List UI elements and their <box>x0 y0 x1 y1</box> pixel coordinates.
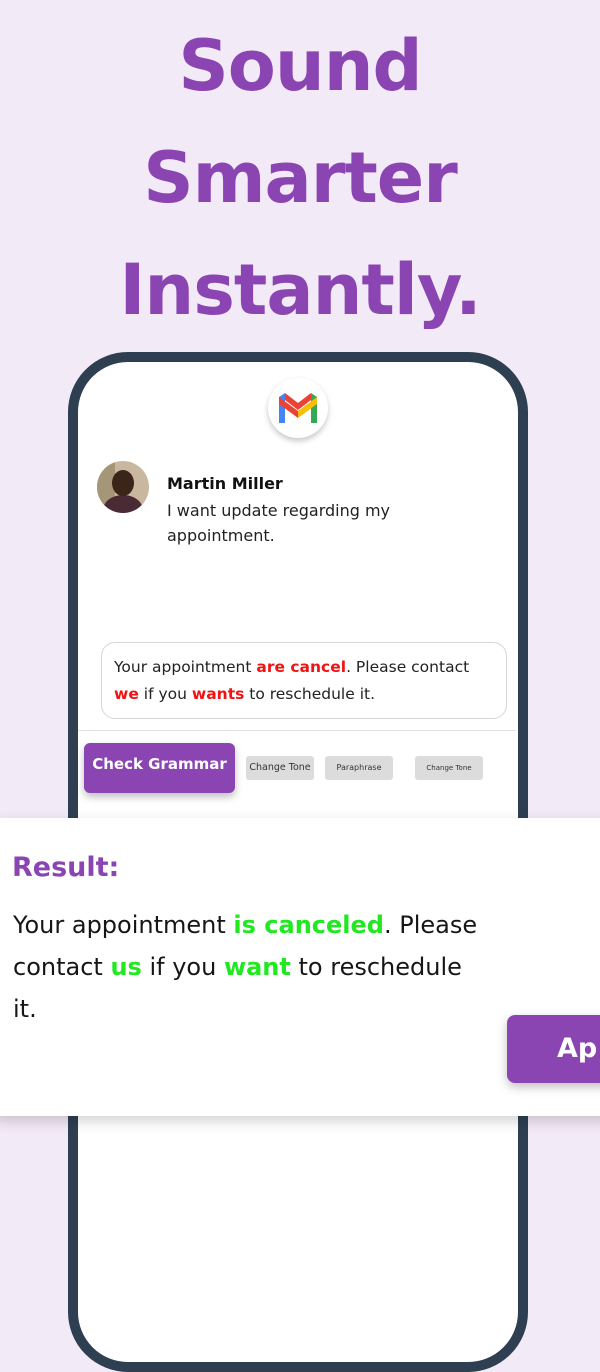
error-highlight: are cancel <box>256 658 347 676</box>
check-grammar-button[interactable]: Check Grammar <box>84 743 235 793</box>
sender-message: I want update regarding my appointment. <box>167 501 391 545</box>
divider <box>78 730 516 731</box>
result-text: Your appointment is canceled. Please con… <box>13 904 483 1030</box>
headline-line-3: Instantly. <box>119 249 481 331</box>
result-text-part: Your appointment <box>13 911 234 939</box>
correction-highlight: us <box>110 953 142 981</box>
error-highlight: wants <box>191 685 245 703</box>
apply-button[interactable]: Ap <box>507 1015 600 1083</box>
correction-highlight: want <box>223 953 291 981</box>
draft-text: to reschedule it. <box>244 685 376 703</box>
change-tone-button-secondary[interactable]: Change Tone <box>415 756 483 780</box>
headline-line-1: Sound <box>178 25 422 107</box>
headline: Sound Smarter Instantly. <box>0 10 600 346</box>
gmail-badge[interactable] <box>268 378 328 438</box>
result-title: Result: <box>12 852 120 883</box>
headline-line-2: Smarter <box>143 137 458 219</box>
sender-name: Martin Miller <box>167 474 283 493</box>
correction-highlight: is canceled <box>233 911 384 939</box>
error-highlight: we <box>114 685 139 703</box>
gmail-icon <box>279 393 317 423</box>
avatar <box>97 461 149 513</box>
draft-text: Your appointment <box>114 658 257 676</box>
change-tone-button[interactable]: Change Tone <box>246 756 314 780</box>
draft-reply-input[interactable]: Your appointment are cancel. Please cont… <box>101 642 507 719</box>
draft-text: if you <box>138 685 192 703</box>
draft-text: . Please contact <box>346 658 470 676</box>
result-text-part: if you <box>141 953 224 981</box>
paraphrase-button[interactable]: Paraphrase <box>325 756 393 780</box>
